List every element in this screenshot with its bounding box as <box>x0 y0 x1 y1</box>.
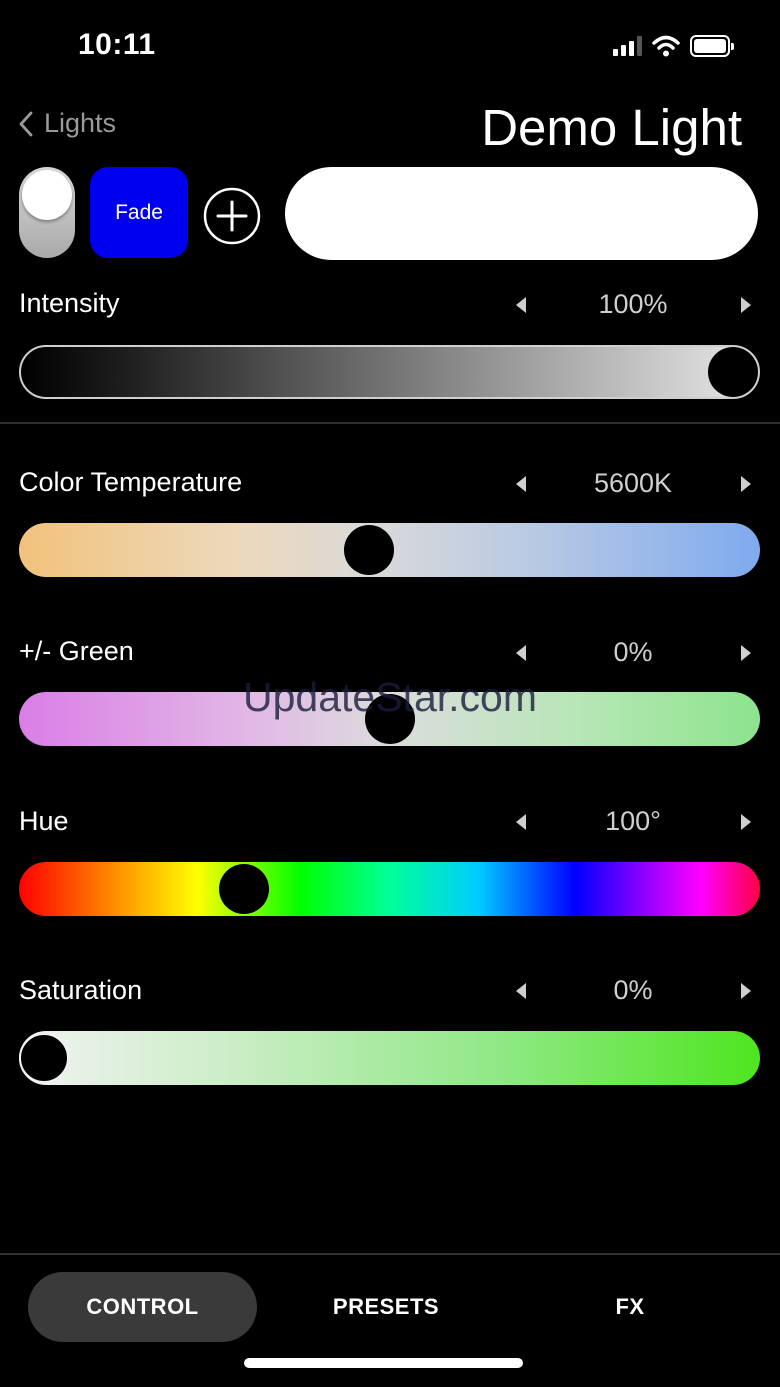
saturation-decrease-arrow-left-icon[interactable] <box>515 982 527 1000</box>
back-button[interactable]: Lights <box>18 108 116 139</box>
green-slider-thumb[interactable] <box>364 694 415 744</box>
temperature-slider[interactable] <box>19 523 760 577</box>
page-title: Demo Light <box>481 99 742 156</box>
home-indicator[interactable] <box>244 1358 523 1368</box>
chevron-left-icon <box>19 111 33 136</box>
battery-icon <box>690 35 734 57</box>
green-decrease-arrow-left-icon[interactable] <box>515 644 527 662</box>
section-divider <box>0 422 780 424</box>
green-label: +/- Green <box>19 636 134 666</box>
fade-button[interactable]: Fade <box>90 167 188 258</box>
tab-presets[interactable]: PRESETS <box>300 1272 472 1342</box>
saturation-slider-thumb[interactable] <box>19 1033 69 1083</box>
back-label: Lights <box>44 108 117 138</box>
temperature-decrease-arrow-left-icon[interactable] <box>515 475 527 493</box>
toggle-knob <box>22 170 72 220</box>
hue-increase-arrow-right-icon[interactable] <box>740 813 752 831</box>
intensity-increase-arrow-right-icon[interactable] <box>740 296 752 314</box>
saturation-increase-arrow-right-icon[interactable] <box>740 982 752 1000</box>
wifi-icon <box>652 35 680 57</box>
status-bar: 10:11 <box>0 0 780 90</box>
temperature-increase-arrow-right-icon[interactable] <box>740 475 752 493</box>
saturation-label: Saturation <box>19 975 143 1005</box>
signal-icon <box>613 36 642 56</box>
hue-decrease-arrow-left-icon[interactable] <box>515 813 527 831</box>
intensity-label: Intensity <box>19 288 120 318</box>
green-slider[interactable] <box>19 692 760 746</box>
saturation-value: 0% <box>613 975 653 1005</box>
tab-control[interactable]: CONTROL <box>28 1272 257 1342</box>
intensity-decrease-arrow-left-icon[interactable] <box>515 296 527 314</box>
status-time: 10:11 <box>78 28 156 61</box>
saturation-slider[interactable] <box>19 1031 760 1085</box>
plus-circle-icon[interactable] <box>203 187 261 245</box>
tab-bar-divider <box>0 1253 780 1255</box>
hue-label: Hue <box>19 806 69 836</box>
tab-fx[interactable]: FX <box>575 1272 685 1342</box>
green-value: 0% <box>613 637 653 667</box>
hue-slider-thumb[interactable] <box>219 864 270 914</box>
intensity-slider-thumb[interactable] <box>708 347 758 397</box>
power-toggle[interactable] <box>19 167 75 258</box>
status-icons <box>613 33 734 59</box>
temperature-value: 5600K <box>593 468 673 498</box>
temperature-label: Color Temperature <box>19 467 243 497</box>
intensity-value: 100% <box>598 289 668 319</box>
green-increase-arrow-right-icon[interactable] <box>740 644 752 662</box>
intensity-slider[interactable] <box>19 345 760 399</box>
temperature-slider-thumb[interactable] <box>343 525 394 575</box>
hue-value: 100° <box>605 806 661 836</box>
hue-slider[interactable] <box>19 862 760 916</box>
color-preview-swatch[interactable] <box>285 167 758 260</box>
